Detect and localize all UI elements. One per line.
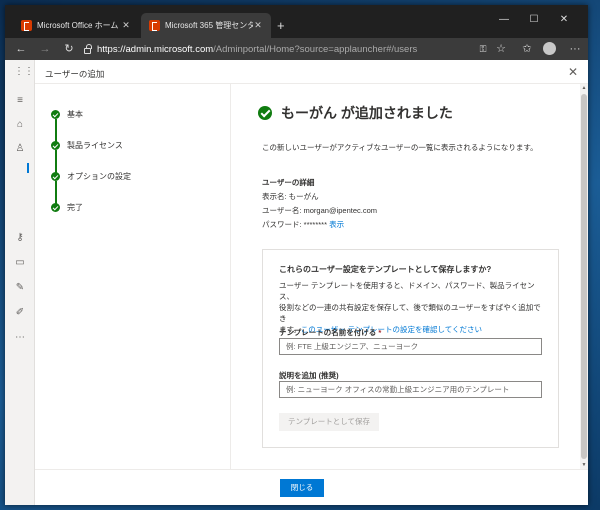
key-icon[interactable]: ⚷ — [14, 232, 26, 244]
save-as-template-button[interactable]: テンプレートとして保存 — [279, 413, 379, 431]
template-description-label: 説明を追加 (推奨) — [279, 371, 339, 380]
step-finish[interactable]: 完了 — [51, 202, 83, 213]
scroll-thumb[interactable] — [581, 94, 587, 459]
template-desc-line: ユーザー テンプレートを使用すると、ドメイン、パスワード、製品ライセンス、 — [279, 281, 535, 301]
success-check-icon — [258, 106, 272, 120]
template-name-label-text: テンプレートの名前を付ける — [279, 328, 377, 337]
tab-bar: Microsoft Office ホーム ✕ Microsoft 365 管理セ… — [5, 5, 588, 38]
panel-scrollbar[interactable]: ▲ ▼ — [580, 84, 588, 469]
url-host: https://admin.microsoft.com — [97, 43, 214, 55]
back-button[interactable]: ← — [13, 41, 29, 57]
scroll-down-icon[interactable]: ▼ — [580, 461, 588, 469]
profile-avatar[interactable] — [543, 42, 556, 55]
user-icon[interactable]: ♙ — [14, 143, 26, 155]
step-label: 基本 — [67, 110, 83, 119]
office-logo-icon — [149, 20, 160, 31]
user-name-text: ユーザー名: morgan@ipentec.com — [262, 206, 377, 215]
lock-icon — [84, 44, 92, 54]
new-tab-button[interactable]: + — [277, 19, 285, 32]
billing-icon[interactable]: ▭ — [14, 257, 26, 269]
tab-office-home[interactable]: Microsoft Office ホーム ✕ — [13, 13, 139, 38]
save-template-card: これらのユーザー設定をテンプレートとして保存しますか? ユーザー テンプレートを… — [262, 249, 559, 448]
panel-content: もーがん が追加されました この新しいユーザーがアクティブなユーザーの一覧に表示… — [255, 84, 565, 469]
step-licenses[interactable]: 製品ライセンス — [51, 140, 123, 151]
template-desc-line: 役割などの一連の共有設定を保存して、後で類似のユーザーをすばやく追加でき — [279, 303, 541, 323]
step-label: 製品ライセンス — [67, 141, 123, 150]
password-text: パスワード: ******** — [262, 220, 330, 229]
close-button[interactable]: 閉じる — [280, 479, 324, 497]
refresh-button[interactable]: ↻ — [61, 41, 77, 57]
display-name-text: 表示名: もーがん — [262, 192, 319, 201]
user-details-title: ユーザーの詳細 — [262, 178, 315, 187]
more-icon[interactable]: ⋯ — [14, 332, 26, 344]
show-password-link[interactable]: 表示 — [329, 220, 344, 229]
panel-footer: 閉じる — [35, 469, 588, 505]
waffle-icon[interactable]: ⋮⋮ — [14, 66, 34, 78]
minimize-button[interactable]: — — [497, 14, 511, 25]
admin-nav-rail: ⋮⋮ ≡ ⌂ ♙ ⚷ ▭ ✎ ✐ ⋯ — [5, 60, 35, 505]
pen-icon[interactable]: ✎ — [14, 282, 26, 294]
collections-icon[interactable]: ✩ — [519, 41, 535, 57]
home-icon[interactable]: ⌂ — [14, 119, 26, 131]
template-name-input[interactable] — [279, 338, 542, 355]
window-close-button[interactable]: ✕ — [557, 14, 571, 25]
url-field[interactable]: https://admin.microsoft.com/Adminportal/… — [82, 41, 510, 57]
active-nav-marker — [27, 163, 29, 173]
address-bar: ← → ↻ https://admin.microsoft.com/Adminp… — [5, 38, 588, 60]
wizard-steps: 基本 製品ライセンス オプションの設定 完了 — [35, 84, 231, 469]
tab-title: Microsoft 365 管理センター - Activ — [165, 21, 253, 30]
password-row: パスワード: ******** 表示 — [262, 219, 344, 230]
more-menu-icon[interactable]: ··· — [567, 41, 583, 57]
tab-close-icon[interactable]: ✕ — [253, 20, 263, 31]
edit-icon[interactable]: ✐ — [14, 307, 26, 319]
menu-icon[interactable]: ≡ — [14, 95, 26, 107]
maximize-button[interactable]: ☐ — [527, 14, 541, 25]
tab-title: Microsoft Office ホーム — [37, 21, 119, 30]
panel-header: ユーザーの追加 ✕ — [35, 60, 588, 84]
required-mark: * — [378, 328, 382, 337]
template-name-label: テンプレートの名前を付ける * — [279, 327, 381, 338]
check-icon — [51, 110, 60, 119]
step-basics[interactable]: 基本 — [51, 109, 83, 120]
success-heading: もーがん が追加されました — [258, 103, 453, 123]
template-title: これらのユーザー設定をテンプレートとして保存しますか? — [279, 265, 492, 274]
tab-close-icon[interactable]: ✕ — [121, 20, 131, 31]
scroll-up-icon[interactable]: ▲ — [580, 84, 588, 92]
check-icon — [51, 172, 60, 181]
step-label: オプションの設定 — [67, 172, 131, 181]
step-label: 完了 — [67, 203, 83, 212]
url-path: /Adminportal/Home?source=applauncher#/us… — [213, 43, 418, 55]
tab-admin-center[interactable]: Microsoft 365 管理センター - Activ ✕ — [141, 13, 271, 38]
check-icon — [51, 141, 60, 150]
browser-window: Microsoft Office ホーム ✕ Microsoft 365 管理セ… — [5, 5, 588, 505]
success-description: この新しいユーザーがアクティブなユーザーの一覧に表示されるようになります。 — [262, 143, 538, 152]
office-logo-icon — [21, 20, 32, 31]
step-optional-settings[interactable]: オプションの設定 — [51, 171, 131, 182]
add-user-panel: ユーザーの追加 ✕ 基本 製品ライセンス オプションの設定 完了 もーがん が追… — [35, 60, 588, 505]
panel-close-icon[interactable]: ✕ — [568, 65, 578, 79]
forward-button[interactable]: → — [37, 41, 53, 57]
panel-title: ユーザーの追加 — [45, 69, 105, 79]
favorite-icon[interactable]: ☆ — [493, 41, 509, 57]
template-description-input[interactable] — [279, 381, 542, 398]
check-icon — [51, 203, 60, 212]
success-title: もーがん が追加されました — [281, 105, 453, 121]
key-icon[interactable]: ⚿ — [475, 41, 491, 57]
